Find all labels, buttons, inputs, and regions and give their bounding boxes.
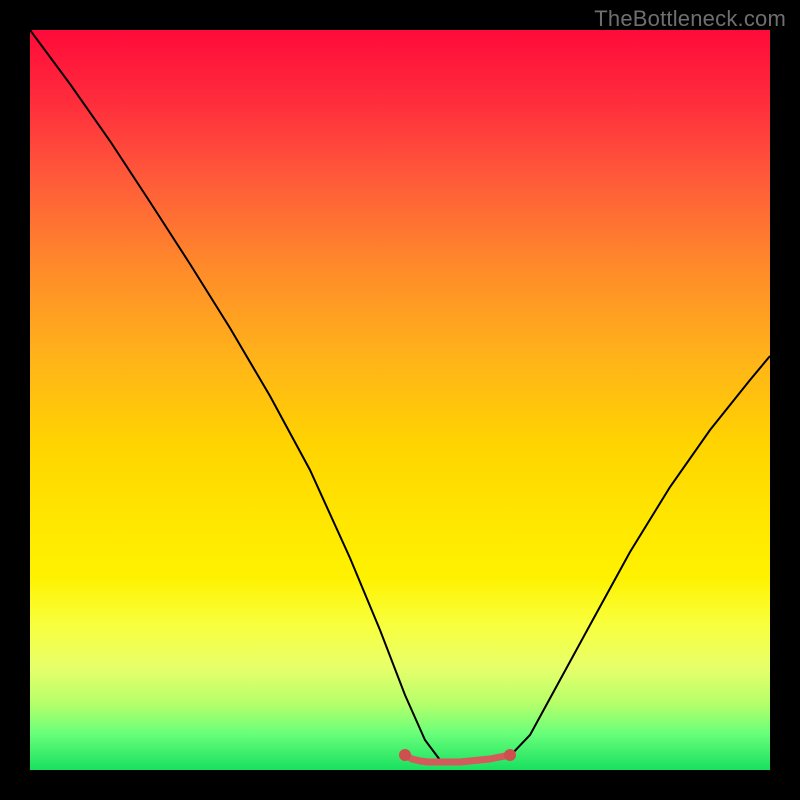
plot-area: [30, 30, 770, 770]
watermark-label: TheBottleneck.com: [594, 6, 786, 32]
bottleneck-curve: [30, 30, 770, 762]
chart-frame: TheBottleneck.com: [0, 0, 800, 800]
curve-svg: [30, 30, 770, 770]
highlight-end-dot: [399, 749, 411, 761]
highlight-end-dot: [504, 749, 516, 761]
highlight-segment: [405, 755, 510, 762]
